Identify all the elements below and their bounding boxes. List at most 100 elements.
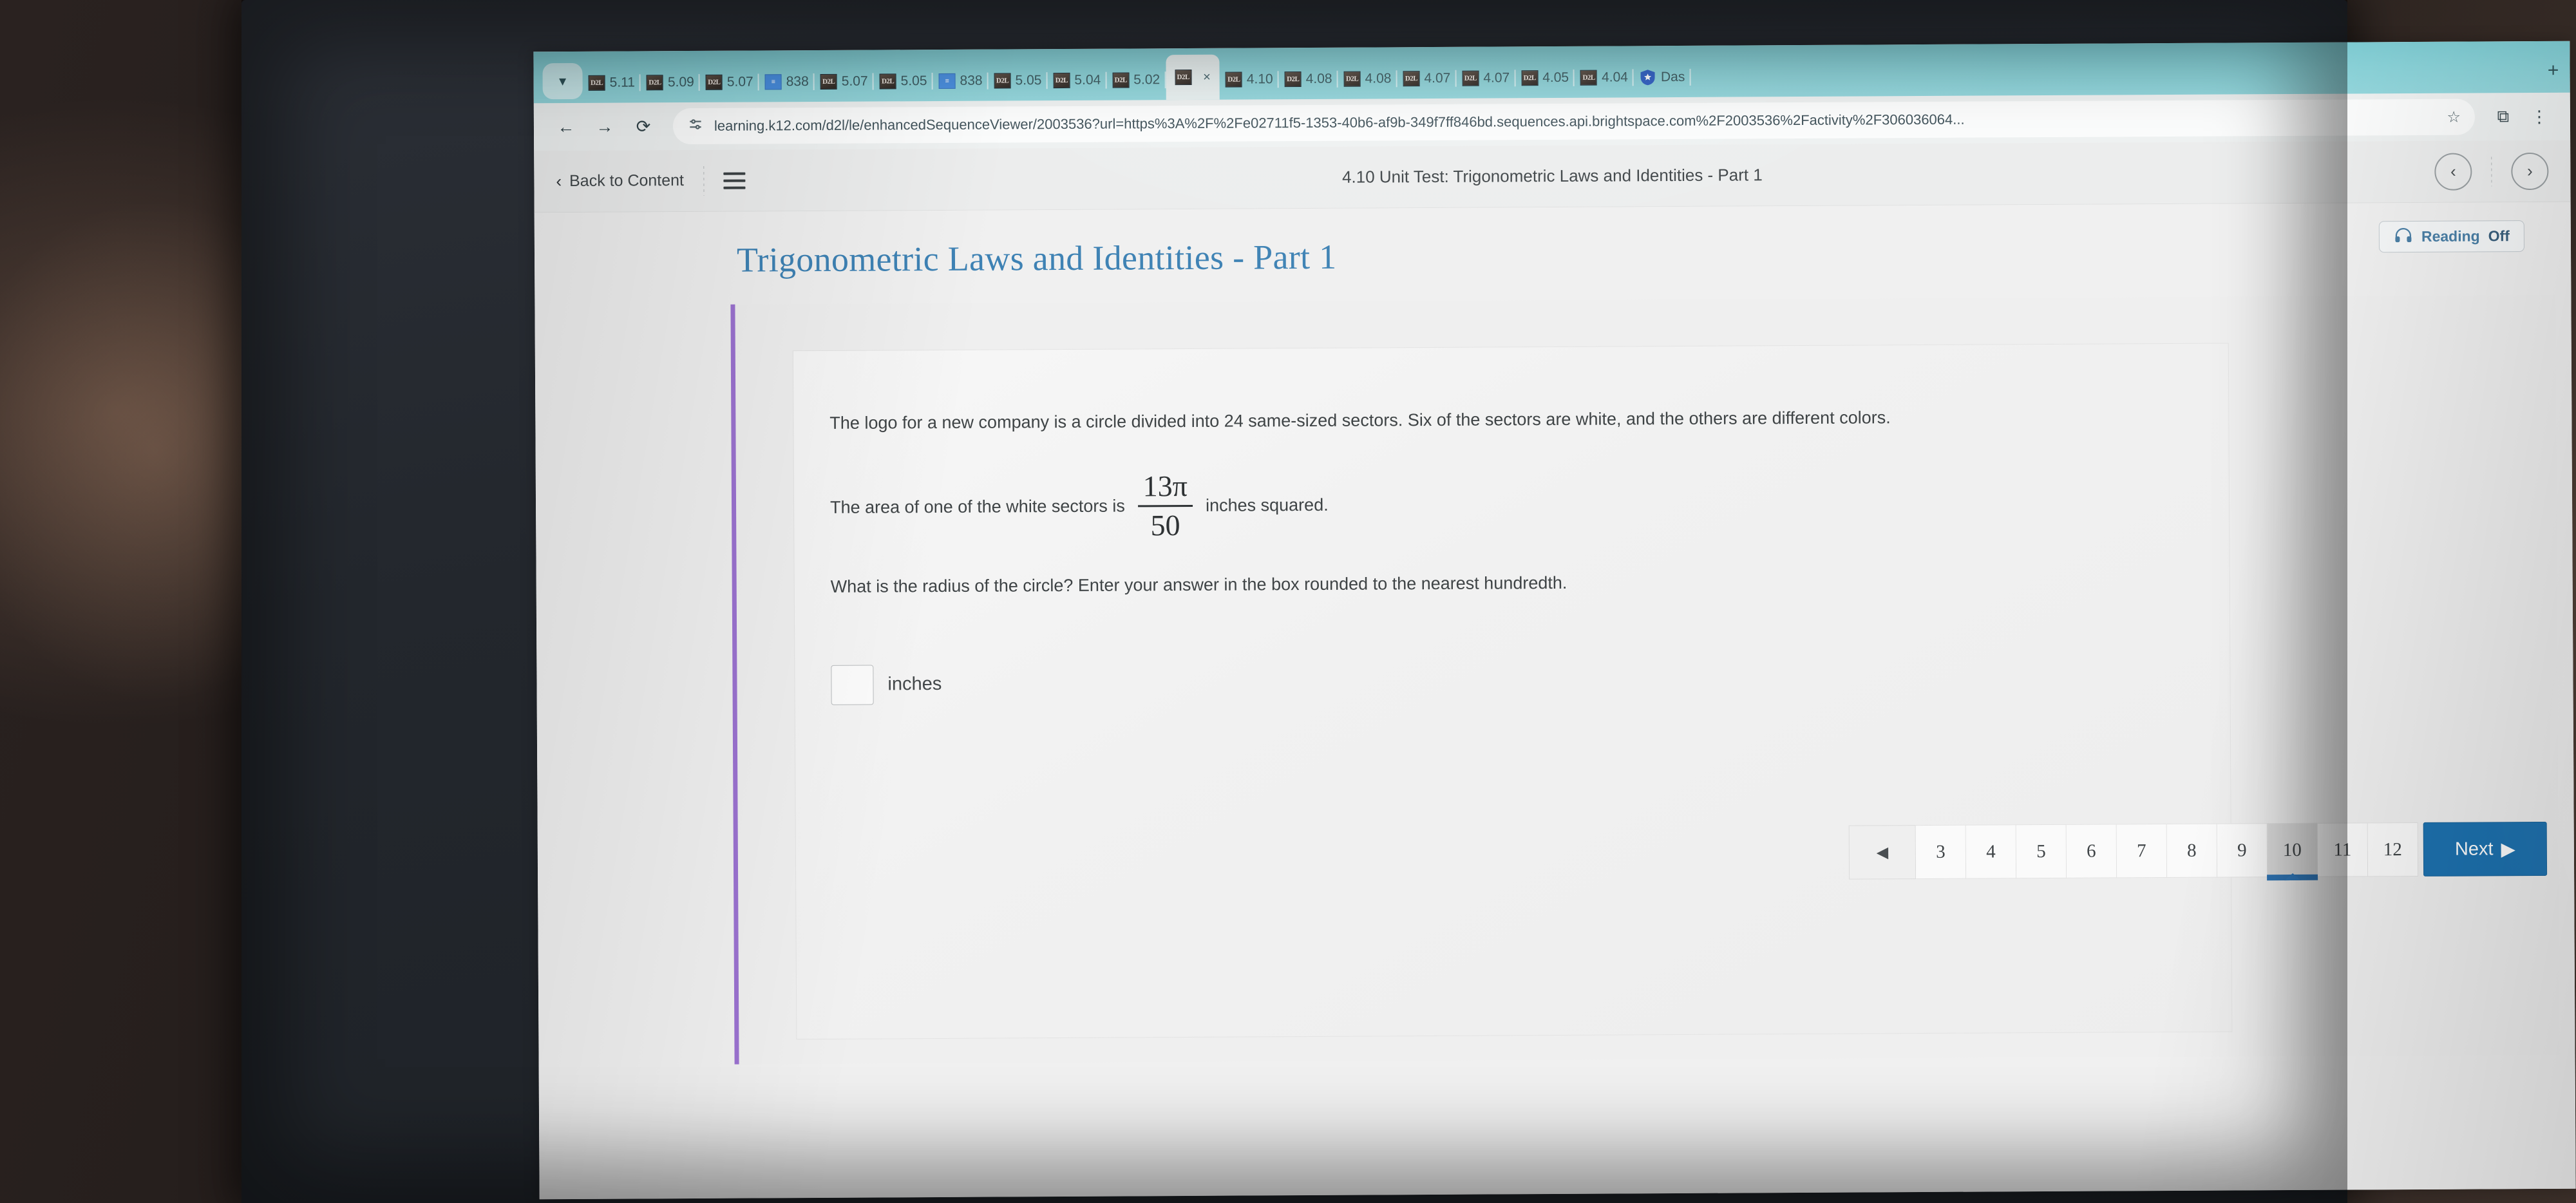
accent-bar <box>730 304 739 1065</box>
pagination-page[interactable]: 3 <box>1915 824 1967 880</box>
browser-tab[interactable]: D2L 5.11 <box>582 62 641 102</box>
d2l-icon: D2L <box>1462 70 1479 86</box>
pagination-page-label: 4 <box>1986 840 1996 862</box>
reading-toggle-button[interactable]: Reading Off <box>2378 220 2525 253</box>
reading-label: Reading <box>2421 227 2480 245</box>
browser-tab[interactable]: D2L 4.04 <box>1575 57 1634 97</box>
tab-search-button[interactable]: ▾ <box>542 62 583 100</box>
extensions-icon[interactable]: ⧉ <box>2486 106 2520 127</box>
browser-tab[interactable]: D2L 5.04 <box>1047 61 1106 100</box>
pagination-page-label: 10 <box>2282 839 2302 860</box>
chevron-down-icon: ▾ <box>558 73 567 90</box>
pagination-page[interactable]: 9 <box>2217 823 2268 878</box>
tab-title: 5.11 <box>609 75 635 90</box>
tab-title: 4.08 <box>1365 71 1392 86</box>
answer-unit-label: inches <box>887 674 942 695</box>
answer-row: inches <box>831 658 2178 705</box>
d2l-icon: D2L <box>588 75 605 91</box>
pagination-page[interactable]: 5 <box>2016 824 2067 879</box>
site-settings-icon[interactable] <box>687 116 704 137</box>
doc-icon: ≡ <box>938 73 956 89</box>
tab-title: 5.02 <box>1133 72 1160 88</box>
d2l-icon: D2L <box>1225 71 1242 88</box>
pagination-prev-button[interactable]: ◀ <box>1848 825 1917 880</box>
browser-tab[interactable]: ≡ 838 <box>933 61 988 101</box>
browser-tab[interactable]: D2L 4.05 <box>1515 58 1575 98</box>
page-title-header: 4.10 Unit Test: Trigonometric Laws and I… <box>1341 165 1763 187</box>
browser-tab[interactable]: D2L 5.05 <box>873 61 933 101</box>
browser-tab[interactable]: D2L 4.08 <box>1279 59 1338 99</box>
header-nav-controls: ‹ › <box>2434 152 2549 191</box>
browser-tab[interactable]: Das <box>1634 57 1691 97</box>
d2l-icon: D2L <box>1343 71 1361 87</box>
browser-tab[interactable]: D2L 5.07 <box>700 62 759 102</box>
reload-button[interactable]: ⟳ <box>625 108 661 144</box>
title-row: Trigonometric Laws and Identities - Part… <box>550 202 2556 281</box>
browser-tab[interactable]: D2L × <box>1165 54 1220 100</box>
url-text: learning.k12.com/d2l/le/enhancedSequence… <box>714 111 1965 134</box>
d2l-icon: D2L <box>1580 70 1598 86</box>
pagination-page[interactable]: 12 <box>2367 822 2419 877</box>
browser-tabs: D2L 5.11 D2L 5.09 D2L 5.07 ≡ 838 D2L 5.07 D2L 5.05 ≡… <box>582 45 2531 103</box>
laptop-bezel: ▾ D2L 5.11 D2L 5.09 D2L 5.07 ≡ 838 D2L 5.07 D2L 5.0… <box>242 0 2576 1203</box>
reading-state: Off <box>2488 227 2510 245</box>
d2l-icon: D2L <box>1521 70 1539 86</box>
browser-tab[interactable]: D2L 4.07 <box>1397 59 1456 99</box>
pagination-page-label: 8 <box>2187 840 2197 861</box>
question-paragraph-2: The area of one of the white sectors is … <box>830 466 2178 542</box>
back-button[interactable]: ← <box>548 109 584 145</box>
next-arrow-icon: ▶ <box>2501 838 2515 860</box>
d2l-icon: D2L <box>646 75 664 91</box>
browser-menu-icon[interactable]: ⋮ <box>2523 106 2556 126</box>
next-button[interactable]: Next ▶ <box>2423 821 2548 876</box>
d2l-icon: D2L <box>705 74 723 90</box>
shield-icon <box>1640 70 1656 86</box>
question-paragraph-3: What is the radius of the circle? Enter … <box>830 573 1567 596</box>
tab-title: 5.05 <box>1015 73 1042 88</box>
pagination-page-label: 5 <box>2036 840 2046 862</box>
browser-tab[interactable]: D2L 5.09 <box>641 62 700 102</box>
tab-title: 4.05 <box>1542 70 1569 86</box>
address-bar[interactable]: learning.k12.com/d2l/le/enhancedSequence… <box>672 99 2476 145</box>
hamburger-icon[interactable] <box>723 172 746 189</box>
pagination-page[interactable]: 8 <box>2166 823 2218 878</box>
browser-tab[interactable]: ≡ 838 <box>759 62 815 102</box>
forward-button[interactable]: → <box>587 109 623 145</box>
bookmark-icon[interactable]: ☆ <box>2447 108 2461 126</box>
question-paragraph-1: The logo for a new company is a circle d… <box>829 408 1891 433</box>
tab-title: 838 <box>786 74 809 90</box>
tab-title: 5.09 <box>667 74 694 90</box>
d2l-icon: D2L <box>1284 71 1302 88</box>
d2l-icon: D2L <box>1053 72 1070 89</box>
browser-tab[interactable]: D2L 5.02 <box>1106 60 1166 100</box>
browser-tab[interactable]: D2L 5.07 <box>815 62 874 102</box>
pagination-page-label: 7 <box>2137 840 2146 861</box>
browser-tab[interactable]: D2L 4.07 <box>1456 58 1515 98</box>
pagination-page[interactable]: 4 <box>1965 824 2017 879</box>
chevron-left-icon: ‹ <box>556 171 562 191</box>
pagination-page[interactable]: 11 <box>2317 822 2369 877</box>
pagination-page-label: 9 <box>2237 839 2247 860</box>
pagination-page[interactable]: 6 <box>2066 824 2117 878</box>
tab-title: 4.08 <box>1305 71 1332 87</box>
browser-tab[interactable]: D2L 5.05 <box>988 61 1047 100</box>
fraction-denominator: 50 <box>1150 508 1180 542</box>
new-tab-button[interactable]: + <box>2536 54 2570 88</box>
tab-close-icon[interactable]: × <box>1203 70 1211 84</box>
pagination-page-current[interactable]: 10 <box>2267 822 2318 881</box>
browser-tab[interactable]: D2L 4.10 <box>1220 59 1279 99</box>
pagination-page[interactable]: 7 <box>2116 824 2168 878</box>
pagination-page-label: 12 <box>2383 838 2402 860</box>
content-title: Trigonometric Laws and Identities - Part… <box>736 237 1337 279</box>
browser-window: ▾ D2L 5.11 D2L 5.09 D2L 5.07 ≡ 838 D2L 5.07 D2L 5.0… <box>533 41 2576 1200</box>
header-divider-right <box>2491 156 2492 186</box>
previous-activity-button[interactable]: ‹ <box>2434 153 2472 191</box>
browser-tab-strip: ▾ D2L 5.11 D2L 5.09 D2L 5.07 ≡ 838 D2L 5.07 D2L 5.0… <box>533 41 2570 104</box>
next-button-label: Next <box>2454 838 2494 860</box>
back-to-content-button[interactable]: ‹ Back to Content <box>556 171 684 191</box>
answer-input[interactable] <box>831 665 874 705</box>
tab-title: 4.10 <box>1246 71 1273 87</box>
fraction-numerator: 13π <box>1142 469 1188 503</box>
browser-tab[interactable]: D2L 4.08 <box>1338 59 1397 99</box>
next-activity-button[interactable]: › <box>2511 152 2549 190</box>
